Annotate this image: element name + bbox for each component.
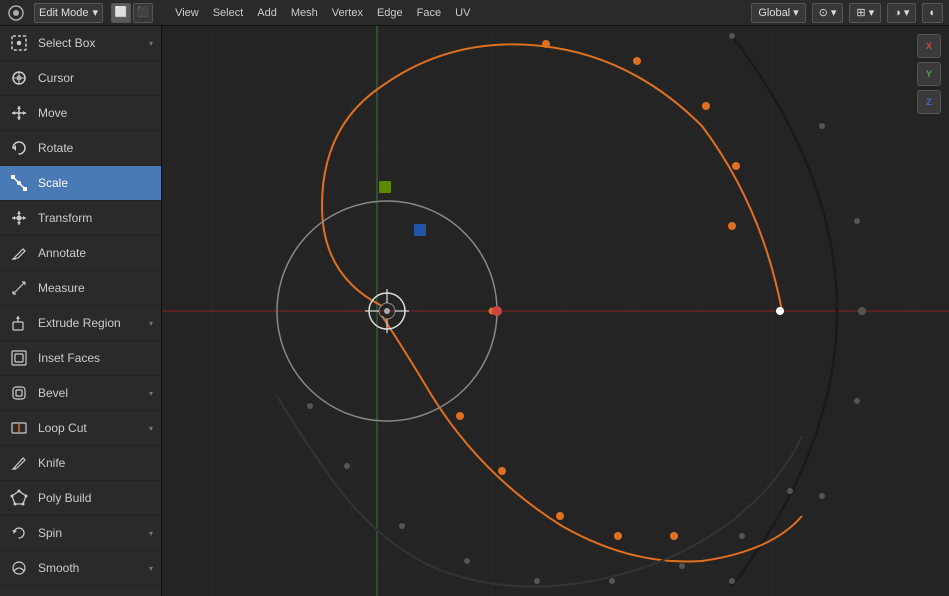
inset-icon bbox=[8, 347, 30, 369]
tool-loop-cut[interactable]: Loop Cut ▾ bbox=[0, 411, 161, 446]
view-mode-icons: ⬜ ⬛ bbox=[111, 3, 153, 23]
tool-transform[interactable]: Transform bbox=[0, 201, 161, 236]
annotate-icon bbox=[8, 242, 30, 264]
knife-icon bbox=[8, 452, 30, 474]
tool-scale[interactable]: Scale bbox=[0, 166, 161, 201]
left-toolbar: Select Box ▾ Cursor bbox=[0, 26, 162, 596]
topbar: Edit Mode ▾ ⬜ ⬛ View Select Add Mesh Ver… bbox=[0, 0, 949, 26]
tool-cursor[interactable]: Cursor bbox=[0, 61, 161, 96]
tool-select-box[interactable]: Select Box ▾ bbox=[0, 26, 161, 61]
blender-icon bbox=[6, 3, 26, 23]
view-gizmo-x[interactable]: X bbox=[917, 34, 941, 58]
menu-select[interactable]: Select bbox=[207, 5, 250, 21]
snap-settings[interactable]: ⊞ ▾ bbox=[849, 3, 881, 23]
extrude-icon bbox=[8, 312, 30, 334]
menu-vertex[interactable]: Vertex bbox=[326, 5, 369, 21]
tool-inset-faces[interactable]: Inset Faces bbox=[0, 341, 161, 376]
menu-view[interactable]: View bbox=[169, 5, 205, 21]
mode-dropdown[interactable]: Edit Mode ▾ bbox=[34, 3, 103, 23]
topbar-right: Global ▾ ⊙ ▾ ⊞ ▾ ◑ ▾ ◐ bbox=[751, 3, 943, 23]
overlay-settings[interactable]: ◑ ▾ bbox=[887, 3, 916, 23]
tool-knife[interactable]: Knife bbox=[0, 446, 161, 481]
spin-icon bbox=[8, 522, 30, 544]
menu-mesh[interactable]: Mesh bbox=[285, 5, 324, 21]
transform-icon bbox=[8, 207, 30, 229]
tool-rotate[interactable]: Rotate bbox=[0, 131, 161, 166]
xray-toggle[interactable]: ◐ bbox=[922, 3, 943, 23]
select-box-icon bbox=[8, 32, 30, 54]
loop-cut-icon bbox=[8, 417, 30, 439]
tool-annotate[interactable]: Annotate bbox=[0, 236, 161, 271]
menu-uv[interactable]: UV bbox=[449, 5, 476, 21]
tool-move[interactable]: Move bbox=[0, 96, 161, 131]
top-menu: View Select Add Mesh Vertex Edge Face UV bbox=[169, 5, 476, 21]
tool-extrude-region[interactable]: Extrude Region ▾ bbox=[0, 306, 161, 341]
edge-icon[interactable]: ⬛ bbox=[133, 3, 153, 23]
tool-poly-build[interactable]: Poly Build bbox=[0, 481, 161, 516]
smooth-icon bbox=[8, 557, 30, 579]
menu-face[interactable]: Face bbox=[411, 5, 447, 21]
tool-smooth[interactable]: Smooth ▾ bbox=[0, 551, 161, 586]
view-gizmo-y[interactable]: Y bbox=[917, 62, 941, 86]
tool-bevel[interactable]: Bevel ▾ bbox=[0, 376, 161, 411]
move-icon bbox=[8, 102, 30, 124]
menu-edge[interactable]: Edge bbox=[371, 5, 409, 21]
view-gizmo-z[interactable]: Z bbox=[917, 90, 941, 114]
scene-svg bbox=[162, 26, 949, 596]
tool-measure[interactable]: Measure bbox=[0, 271, 161, 306]
measure-icon bbox=[8, 277, 30, 299]
viewport-overlays-toolbar: X Y Z bbox=[917, 34, 941, 114]
bevel-icon bbox=[8, 382, 30, 404]
tool-spin[interactable]: Spin ▾ bbox=[0, 516, 161, 551]
scale-icon bbox=[8, 172, 30, 194]
menu-add[interactable]: Add bbox=[251, 5, 283, 21]
global-transform[interactable]: Global ▾ bbox=[751, 3, 805, 23]
vertex-icon[interactable]: ⬜ bbox=[111, 3, 131, 23]
main-area: Select Box ▾ Cursor bbox=[0, 26, 949, 596]
viewport[interactable]: Top Orthographic (1) Circle.001 bbox=[162, 26, 949, 596]
rotate-icon bbox=[8, 137, 30, 159]
poly-build-icon bbox=[8, 487, 30, 509]
cursor-icon bbox=[8, 67, 30, 89]
proportional-editing[interactable]: ⊙ ▾ bbox=[812, 3, 844, 23]
